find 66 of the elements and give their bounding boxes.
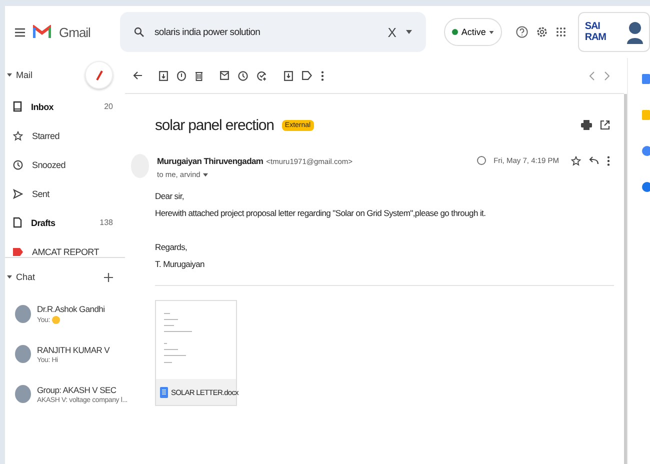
body-text: T. Murugaiyan (155, 259, 206, 271)
report-icon[interactable] (177, 70, 186, 80)
sender-name: Murugaiyan Thiruvengadam (157, 156, 264, 166)
reply-icon[interactable] (589, 156, 599, 165)
avatar-icon (627, 20, 643, 44)
menu-icon[interactable] (15, 28, 25, 36)
caret-icon (203, 172, 208, 176)
folder-item[interactable]: AMCAT REPORT (5, 237, 125, 257)
body-text: Herewith attached project proposal letter regarding "Solar on Grid System",please go through it. (155, 208, 487, 220)
contact-name[interactable]: Dr.R.Ashok Gandhi (37, 304, 105, 314)
search-icon[interactable] (134, 27, 144, 37)
search-field[interactable]: solaris india power solution X (120, 12, 426, 52)
settings-icon[interactable] (536, 26, 548, 38)
caret-icon[interactable] (406, 30, 412, 34)
caret-icon (7, 73, 12, 77)
folder-count: 138 (100, 218, 113, 227)
label-outline-icon[interactable] (302, 71, 312, 80)
star-icon (13, 130, 23, 140)
avatar-photo (15, 385, 31, 403)
send-icon (13, 188, 23, 198)
caret-icon (488, 30, 494, 34)
smiley-icon (52, 316, 60, 324)
body-text: Regards, (155, 242, 188, 254)
avatar-photo (15, 305, 31, 323)
folder-item[interactable]: Drafts 138 (5, 208, 125, 237)
mail-logo-icon (33, 25, 51, 39)
avatar-photo (15, 345, 31, 363)
help-icon[interactable] (516, 26, 528, 38)
archive-icon[interactable] (159, 70, 168, 80)
move-to-icon[interactable] (284, 70, 293, 80)
pencil-icon (96, 70, 102, 80)
trash-icon[interactable] (195, 70, 203, 80)
folder-item[interactable]: Inbox 20 (5, 92, 125, 121)
plus-icon[interactable] (104, 272, 113, 282)
contact-name[interactable]: RANJITH KUMAR V (37, 344, 110, 354)
inbox-icon (13, 101, 22, 112)
chat-section-toggle[interactable]: Chat (7, 272, 36, 282)
newer-chevron-icon[interactable] (589, 70, 595, 80)
more-options-icon[interactable] (321, 70, 324, 80)
star-icon[interactable] (571, 156, 581, 166)
folder-item[interactable]: Sent (5, 179, 125, 208)
clock-icon[interactable] (238, 70, 248, 80)
apps-grid-icon[interactable] (556, 27, 566, 37)
email-subject: solar panel erection (155, 116, 274, 134)
document-icon (160, 386, 168, 398)
back-arrow-icon[interactable] (133, 71, 142, 80)
status-button[interactable]: Active (444, 18, 502, 46)
clock-icon (13, 160, 23, 170)
folder-count: 20 (104, 102, 113, 111)
add-task-icon[interactable] (257, 70, 267, 80)
open-new-window-icon[interactable] (600, 120, 610, 130)
file-icon (13, 217, 22, 228)
older-chevron-icon[interactable] (604, 70, 610, 80)
compose-button[interactable] (85, 61, 113, 89)
body-text: Dear sir, (155, 191, 185, 203)
clear-search-button[interactable]: X (388, 24, 396, 40)
contact-name[interactable]: Group: AKASH V SEC (37, 384, 125, 394)
caret-icon (7, 275, 12, 279)
folder-item[interactable]: Snoozed (5, 150, 125, 179)
folder-item[interactable]: Starred (5, 121, 125, 150)
document-preview-drawing (164, 313, 194, 363)
more-options-icon[interactable] (607, 156, 610, 166)
app-name: Gmail (59, 24, 90, 40)
envelope-icon[interactable] (220, 71, 229, 80)
mail-section-toggle[interactable]: Mail (7, 70, 33, 80)
account-button[interactable]: SAI RAM (578, 12, 650, 52)
